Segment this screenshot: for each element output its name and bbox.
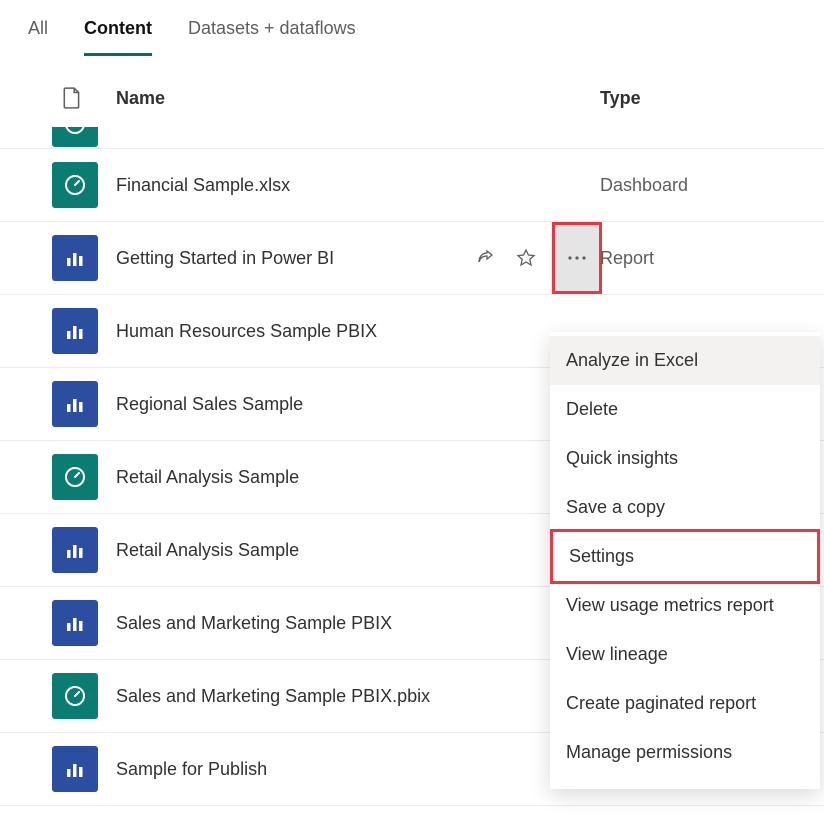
row-icon-col xyxy=(28,454,116,500)
menu-item-delete[interactable]: Delete xyxy=(550,385,820,434)
menu-item-create-paginated-report[interactable]: Create paginated report xyxy=(550,679,820,728)
menu-item-save-a-copy[interactable]: Save a copy xyxy=(550,483,820,532)
row-icon-col xyxy=(28,381,116,427)
menu-item-view-usage-metrics-report[interactable]: View usage metrics report xyxy=(550,581,820,630)
row-icon-col xyxy=(28,162,116,208)
row-name[interactable]: Sample for Publish xyxy=(116,759,440,780)
report-icon xyxy=(52,600,98,646)
row-type: Report xyxy=(600,248,796,269)
row-name[interactable]: Financial Sample.xlsx xyxy=(116,175,440,196)
row-actions xyxy=(440,222,600,294)
report-icon xyxy=(52,381,98,427)
row-name[interactable]: Sales and Marketing Sample PBIX xyxy=(116,613,440,634)
table-row[interactable]: Financial Sample.xlsx Dashboard xyxy=(0,149,824,222)
tabs-bar: All Content Datasets + dataflows xyxy=(0,0,824,57)
tab-datasets[interactable]: Datasets + dataflows xyxy=(188,18,356,56)
row-icon-col xyxy=(28,527,116,573)
menu-item-analyze-in-excel[interactable]: Analyze in Excel xyxy=(550,336,820,385)
row-name[interactable]: Human Resources Sample PBIX xyxy=(116,321,440,342)
row-name[interactable]: Getting Started in Power BI xyxy=(116,248,440,269)
dashboard-icon xyxy=(52,673,98,719)
file-icon xyxy=(63,87,81,109)
table-row[interactable]: Getting Started in Power BI Report xyxy=(0,222,824,295)
menu-item-settings[interactable]: Settings xyxy=(550,529,820,584)
tab-content[interactable]: Content xyxy=(84,18,152,56)
report-icon xyxy=(52,235,98,281)
header-type[interactable]: Type xyxy=(600,88,796,109)
row-icon-col xyxy=(28,308,116,354)
row-name[interactable]: Regional Sales Sample xyxy=(116,394,440,415)
report-icon xyxy=(52,746,98,792)
row-icon-col xyxy=(28,235,116,281)
row-name[interactable]: Sales and Marketing Sample PBIX.pbix xyxy=(116,686,440,707)
row-icon-col xyxy=(28,673,116,719)
share-icon[interactable] xyxy=(476,248,496,268)
row-name[interactable]: Retail Analysis Sample xyxy=(116,540,440,561)
report-icon xyxy=(52,527,98,573)
dashboard-icon xyxy=(52,127,98,147)
row-icon-col xyxy=(28,127,116,147)
menu-item-manage-permissions[interactable]: Manage permissions xyxy=(550,728,820,777)
header-name[interactable]: Name xyxy=(116,88,440,109)
table-row[interactable] xyxy=(0,127,824,149)
context-menu: Analyze in ExcelDeleteQuick insightsSave… xyxy=(550,332,820,789)
row-icon-col xyxy=(28,600,116,646)
dashboard-icon xyxy=(52,162,98,208)
more-options-button[interactable] xyxy=(552,222,602,294)
header-icon-col xyxy=(28,87,116,109)
row-icon-col xyxy=(28,746,116,792)
menu-item-view-lineage[interactable]: View lineage xyxy=(550,630,820,679)
row-type: Dashboard xyxy=(600,175,796,196)
menu-item-quick-insights[interactable]: Quick insights xyxy=(550,434,820,483)
row-name[interactable]: Retail Analysis Sample xyxy=(116,467,440,488)
table-header: Name Type xyxy=(0,57,824,127)
dashboard-icon xyxy=(52,454,98,500)
tab-all[interactable]: All xyxy=(28,18,48,56)
report-icon xyxy=(52,308,98,354)
favorite-icon[interactable] xyxy=(516,248,536,268)
